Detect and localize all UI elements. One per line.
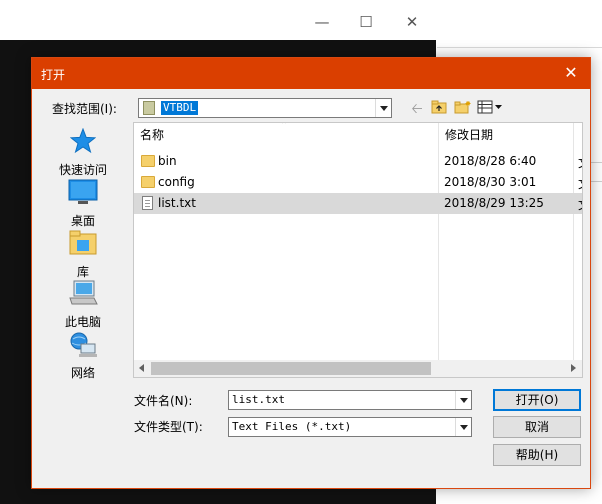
chevron-down-icon[interactable]: [455, 391, 471, 409]
file-list-view[interactable]: 名称 ⌃ 修改日期 bin 2018/8/28 6:40 文 config 20…: [133, 122, 583, 378]
close-icon[interactable]: ✕: [398, 8, 426, 36]
network-icon: [68, 331, 98, 362]
sort-up-icon: ⌃: [280, 122, 289, 131]
star-icon: [69, 127, 97, 157]
chevron-down-icon[interactable]: [375, 99, 391, 117]
place-label: 桌面: [70, 214, 95, 228]
place-label: 此电脑: [64, 315, 101, 329]
filename-value: list.txt: [232, 393, 285, 406]
file-date: 2018/8/28 6:40: [444, 154, 537, 168]
list-item-selected[interactable]: list.txt 2018/8/29 13:25 文: [134, 193, 582, 214]
place-label: 快速访问: [58, 163, 107, 177]
column-header-date[interactable]: 修改日期: [439, 123, 574, 147]
look-in-label: 查找范围(I):: [52, 102, 117, 116]
look-in-combo[interactable]: VTBDL: [138, 98, 392, 118]
file-date: 2018/8/29 13:25: [444, 196, 544, 210]
filetype-label: 文件类型(T):: [134, 420, 203, 434]
cancel-button[interactable]: 取消: [493, 416, 581, 438]
up-folder-icon[interactable]: [430, 100, 448, 118]
dialog-title: 打开: [41, 68, 66, 82]
open-button[interactable]: 打开(O): [493, 389, 581, 411]
text-file-icon: [142, 196, 153, 210]
filetype-value: Text Files (*.txt): [232, 420, 352, 433]
file-type: 文: [578, 196, 582, 213]
column-name-label: 名称: [140, 128, 165, 142]
file-name: list.txt: [158, 196, 196, 210]
background-titlebar: — ☐ ✕: [0, 0, 436, 42]
place-desktop[interactable]: 桌面: [48, 179, 118, 229]
file-type: 文: [578, 154, 582, 171]
list-item[interactable]: config 2018/8/30 3:01 文: [134, 172, 582, 193]
chevron-down-icon[interactable]: [455, 418, 471, 436]
place-network[interactable]: 网络: [48, 331, 118, 381]
look-in-value: VTBDL: [161, 101, 199, 115]
place-label: 库: [76, 265, 89, 279]
close-icon[interactable]: ✕: [560, 62, 582, 84]
file-name: config: [158, 175, 195, 189]
open-file-dialog: 打开 ✕ 查找范围(I): VTBDL 🡠 快速访问 桌面 库 此电脑 网络 名…: [31, 57, 591, 489]
list-item[interactable]: bin 2018/8/28 6:40 文: [134, 151, 582, 172]
maximize-icon[interactable]: ☐: [352, 8, 380, 36]
place-label: 网络: [70, 366, 95, 380]
folder-icon: [143, 101, 155, 115]
back-arrow-icon[interactable]: 🡠: [408, 100, 426, 118]
place-this-pc[interactable]: 此电脑: [48, 280, 118, 330]
view-menu-icon[interactable]: [477, 100, 505, 118]
file-name: bin: [158, 154, 177, 168]
filename-input[interactable]: list.txt: [228, 390, 472, 410]
column-date-label: 修改日期: [445, 128, 494, 142]
filename-label: 文件名(N):: [134, 394, 193, 408]
filetype-select[interactable]: Text Files (*.txt): [228, 417, 472, 437]
place-library[interactable]: 库: [48, 230, 118, 280]
desktop-icon: [68, 179, 98, 208]
computer-icon: [68, 280, 98, 311]
new-folder-icon[interactable]: [453, 100, 473, 118]
scroll-left-icon[interactable]: [139, 364, 144, 372]
minimize-icon[interactable]: —: [308, 8, 336, 36]
folder-icon: [141, 155, 155, 167]
place-quick-access[interactable]: 快速访问: [48, 127, 118, 178]
file-date: 2018/8/30 3:01: [444, 175, 537, 189]
help-button[interactable]: 帮助(H): [493, 444, 581, 466]
scroll-right-icon[interactable]: [571, 364, 576, 372]
horizontal-scrollbar[interactable]: [134, 360, 582, 377]
dialog-titlebar: 打开 ✕: [32, 58, 590, 89]
scrollbar-thumb[interactable]: [151, 362, 431, 375]
library-icon: [69, 230, 97, 259]
file-type: 文: [578, 175, 582, 192]
folder-icon: [141, 176, 155, 188]
